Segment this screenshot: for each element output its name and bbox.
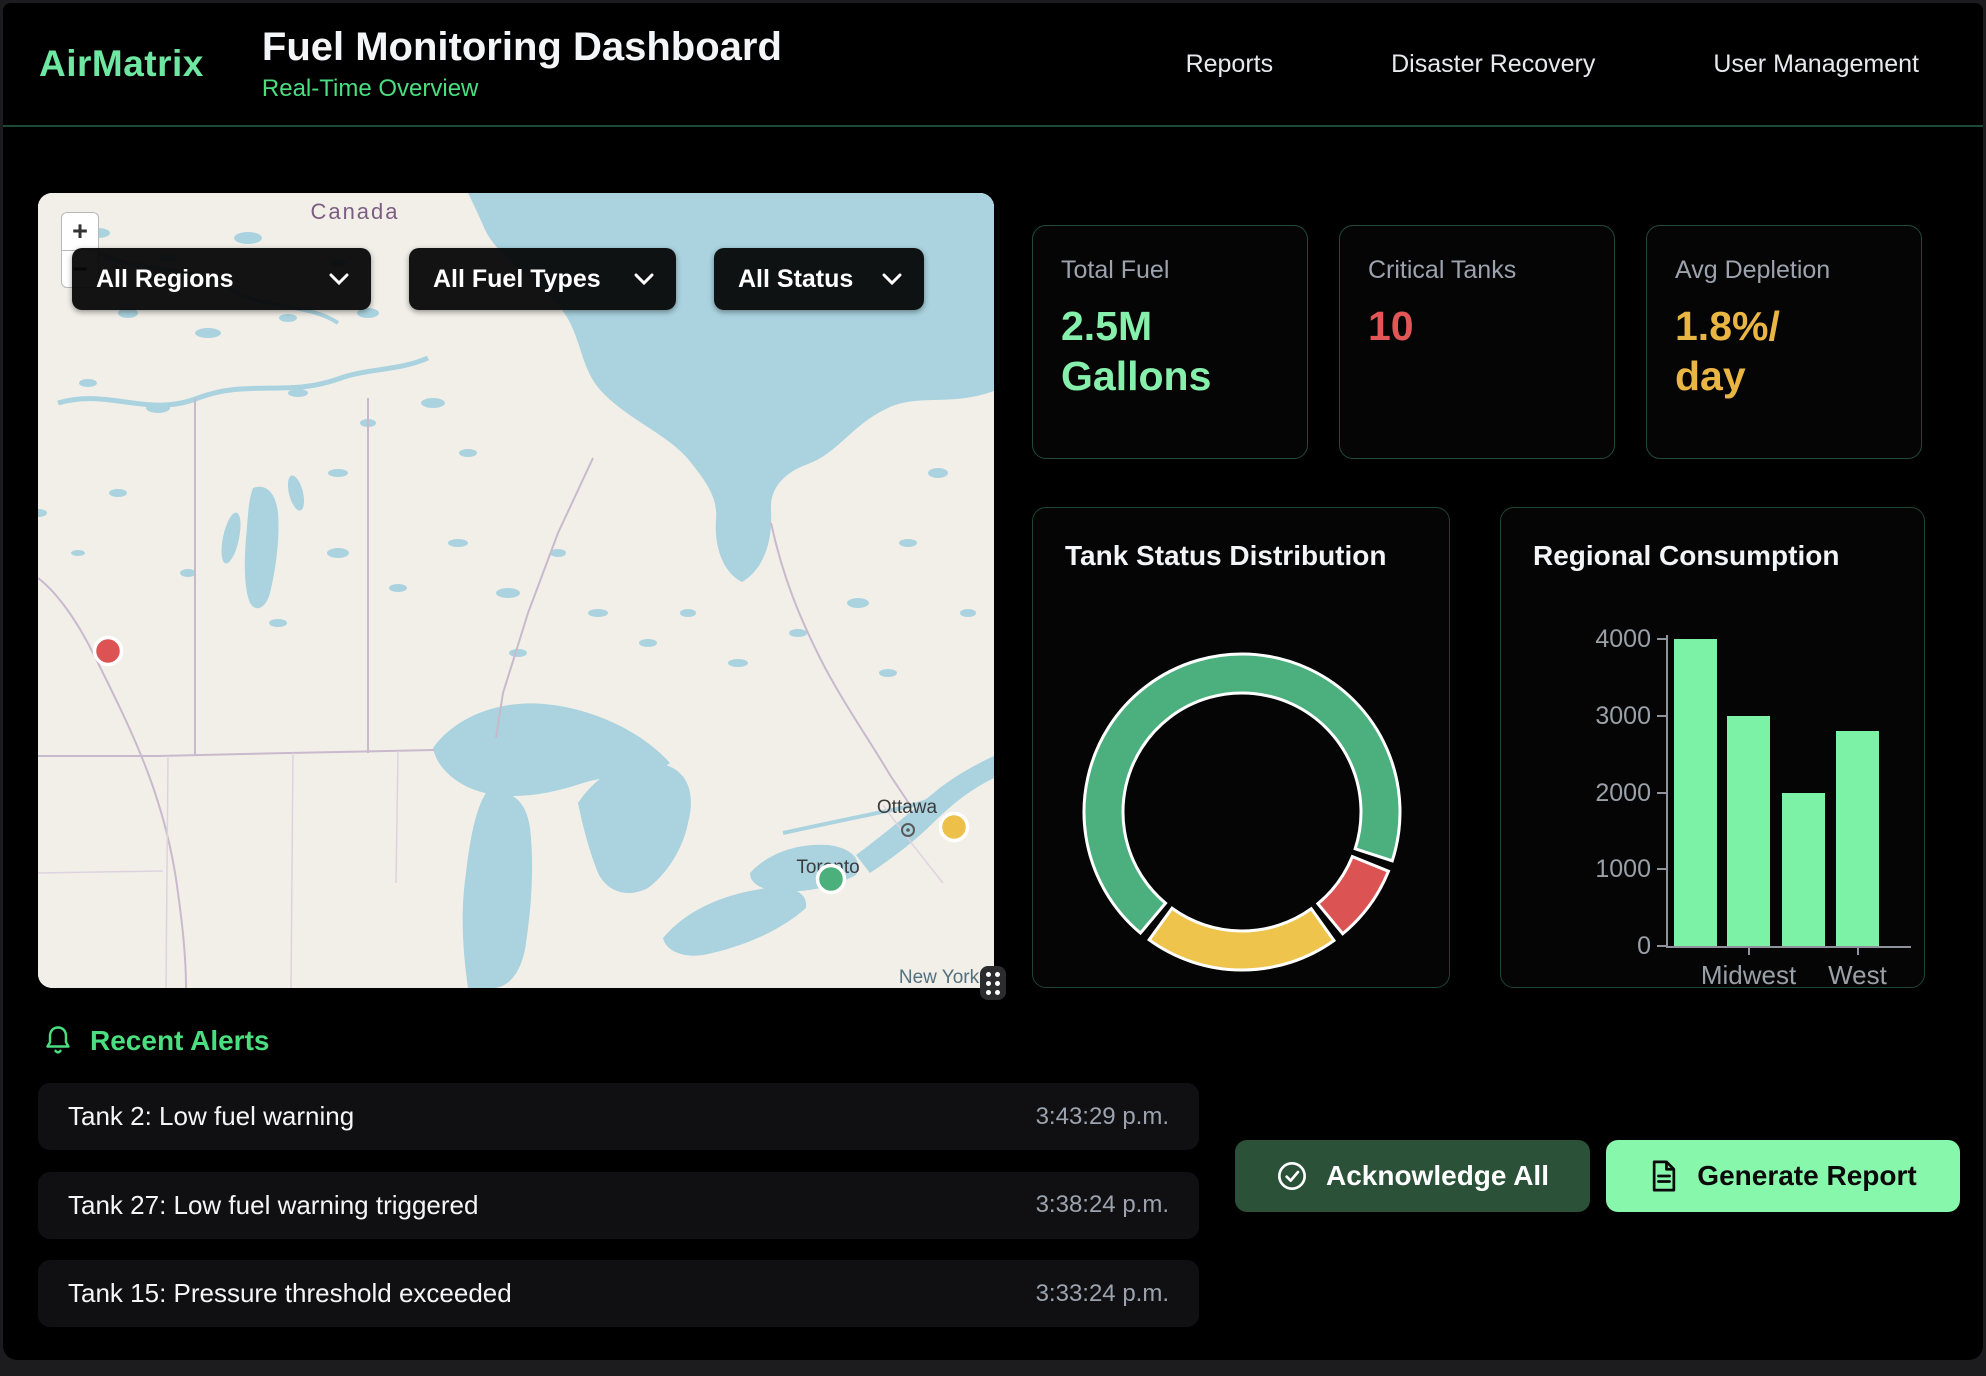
bar-3	[1836, 731, 1879, 946]
tank-marker-critical[interactable]	[95, 638, 122, 665]
alert-row[interactable]: Tank 15: Pressure threshold exceeded 3:33…	[38, 1260, 1199, 1327]
map-label-canada: Canada	[310, 199, 399, 224]
alert-row[interactable]: Tank 27: Low fuel warning triggered 3:38:…	[38, 1172, 1199, 1239]
y-axis-line	[1666, 635, 1668, 948]
x-category-label: West	[1788, 960, 1928, 991]
y-tick-mark	[1657, 868, 1666, 870]
x-tick-mark	[1857, 946, 1859, 955]
stat-value: 10	[1368, 301, 1586, 351]
main-nav: Reports Disaster Recovery User Managemen…	[1186, 50, 1919, 79]
stat-card-avg-depletion: Avg Depletion 1.8%/day	[1646, 225, 1922, 459]
tank-status-chart-card: Tank Status Distribution	[1032, 507, 1450, 988]
donut-segment-critical	[1318, 857, 1389, 934]
bar-1	[1727, 716, 1770, 946]
chevron-down-icon	[882, 273, 902, 285]
fuel-type-filter-dropdown[interactable]: All Fuel Types	[409, 248, 676, 310]
alert-row[interactable]: Tank 2: Low fuel warning 3:43:29 p.m.	[38, 1083, 1199, 1150]
bell-icon	[43, 1025, 73, 1057]
stat-value: 2.5MGallons	[1061, 301, 1279, 401]
nav-item-user-management[interactable]: User Management	[1713, 50, 1919, 79]
brand-logo: AirMatrix	[39, 43, 204, 85]
fuel-map-panel: CanadaOttawaTorontoNew York + − All Regi…	[38, 193, 994, 988]
bar-2	[1782, 793, 1825, 947]
regional-consumption-bar-chart: 01000200030004000MidwestWest	[1501, 508, 1924, 987]
tank-marker-warning[interactable]	[941, 814, 968, 841]
regional-consumption-chart-card: Regional Consumption 01000200030004000Mi…	[1500, 507, 1925, 988]
map-label-ottawa: Ottawa	[877, 797, 938, 818]
stat-value: 1.8%/day	[1675, 301, 1893, 401]
status-filter-value: All Status	[738, 265, 853, 294]
x-tick-mark	[1748, 946, 1750, 955]
acknowledge-all-label: Acknowledge All	[1326, 1160, 1549, 1192]
y-tick-label: 4000	[1501, 625, 1651, 654]
alert-message: Tank 27: Low fuel warning triggered	[68, 1190, 478, 1221]
nav-item-reports[interactable]: Reports	[1186, 50, 1274, 79]
title-block: Fuel Monitoring Dashboard Real-Time Over…	[262, 26, 782, 103]
y-tick-label: 0	[1501, 932, 1651, 961]
stat-card-critical-tanks: Critical Tanks 10	[1339, 225, 1615, 459]
generate-report-label: Generate Report	[1697, 1160, 1916, 1192]
map-filter-row: All Regions All Fuel Types All Status	[72, 248, 924, 310]
region-filter-dropdown[interactable]: All Regions	[72, 248, 371, 310]
alerts-title: Recent Alerts	[90, 1025, 269, 1057]
recent-alerts-header: Recent Alerts	[43, 1025, 269, 1057]
zoom-in-button[interactable]: +	[61, 212, 99, 250]
fuel-type-filter-value: All Fuel Types	[433, 265, 601, 294]
donut-segment-warning	[1149, 908, 1334, 970]
bar-0	[1674, 639, 1717, 946]
x-axis-line	[1666, 946, 1911, 948]
tank-marker-normal[interactable]	[818, 866, 845, 893]
y-tick-mark	[1657, 945, 1666, 947]
y-tick-mark	[1657, 792, 1666, 794]
stat-label: Total Fuel	[1061, 256, 1279, 285]
alert-time: 3:43:29 p.m.	[1036, 1103, 1169, 1131]
check-circle-icon	[1276, 1160, 1308, 1192]
generate-report-button[interactable]: Generate Report	[1606, 1140, 1960, 1212]
stat-label: Critical Tanks	[1368, 256, 1586, 285]
stat-card-total-fuel: Total Fuel 2.5MGallons	[1032, 225, 1308, 459]
nav-item-disaster-recovery[interactable]: Disaster Recovery	[1391, 50, 1595, 79]
map-label-new-york: New York	[899, 967, 980, 988]
page-subtitle: Real-Time Overview	[262, 75, 782, 103]
alert-message: Tank 2: Low fuel warning	[68, 1101, 354, 1132]
map-viewport[interactable]: CanadaOttawaTorontoNew York	[38, 193, 994, 988]
chevron-down-icon	[634, 273, 654, 285]
dashboard-content: AirMatrix Fuel Monitoring Dashboard Real…	[3, 3, 1983, 1360]
document-icon	[1649, 1160, 1679, 1192]
chart-title: Tank Status Distribution	[1065, 540, 1387, 572]
region-filter-value: All Regions	[96, 265, 234, 294]
app-header: AirMatrix Fuel Monitoring Dashboard Real…	[3, 3, 1983, 127]
map-resize-handle[interactable]	[980, 966, 1006, 1000]
y-tick-label: 3000	[1501, 702, 1651, 731]
y-tick-label: 1000	[1501, 855, 1651, 884]
dashboard-page: AirMatrix Fuel Monitoring Dashboard Real…	[0, 0, 1986, 1376]
status-filter-dropdown[interactable]: All Status	[714, 248, 924, 310]
page-title: Fuel Monitoring Dashboard	[262, 26, 782, 68]
y-tick-mark	[1657, 638, 1666, 640]
alert-time: 3:33:24 p.m.	[1036, 1280, 1169, 1308]
stat-label: Avg Depletion	[1675, 256, 1893, 285]
alert-message: Tank 15: Pressure threshold exceeded	[68, 1278, 512, 1309]
y-tick-label: 2000	[1501, 779, 1651, 808]
acknowledge-all-button[interactable]: Acknowledge All	[1235, 1140, 1590, 1212]
y-tick-mark	[1657, 715, 1666, 717]
chevron-down-icon	[329, 273, 349, 285]
alert-time: 3:38:24 p.m.	[1036, 1191, 1169, 1219]
tank-status-donut-chart	[1033, 508, 1451, 989]
map-canvas[interactable]: CanadaOttawaTorontoNew York	[38, 193, 994, 988]
